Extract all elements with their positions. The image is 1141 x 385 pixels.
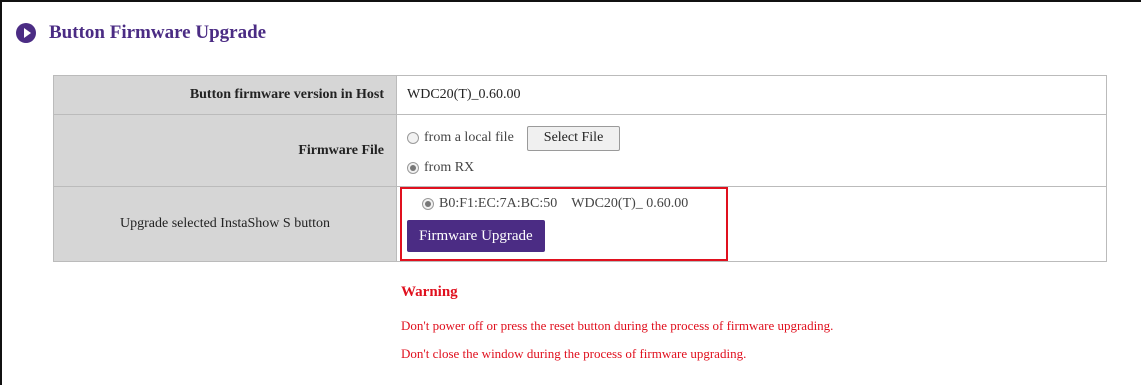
firmware-table: Button firmware version in Host WDC20(T)… bbox=[53, 75, 1107, 262]
section-header: Button Firmware Upgrade bbox=[16, 22, 266, 44]
rx-label: from RX bbox=[424, 159, 475, 175]
warning-line-1: Don't power off or press the reset butto… bbox=[401, 318, 834, 333]
rx-radio[interactable] bbox=[407, 161, 419, 174]
upgrade-cell: B0:F1:EC:7A:BC:50 WDC20(T)_ 0.60.00 Firm… bbox=[396, 186, 1107, 262]
select-file-button[interactable]: Select File bbox=[526, 125, 621, 151]
version-label: Button firmware version in Host bbox=[53, 75, 397, 115]
warning-line-2: Don't close the window during the proces… bbox=[401, 346, 747, 361]
version-value: WDC20(T)_0.60.00 bbox=[396, 75, 1107, 115]
upgrade-label: Upgrade selected InstaShow S button bbox=[53, 186, 397, 262]
warning-block: Warning Don't power off or press the res… bbox=[401, 284, 833, 362]
local-file-label: from a local file bbox=[424, 130, 514, 145]
section-title: Button Firmware Upgrade bbox=[49, 22, 267, 43]
highlight-box bbox=[400, 187, 728, 261]
firmware-file-row: Firmware File from a local file Select F… bbox=[53, 114, 1107, 187]
version-row: Button firmware version in Host WDC20(T)… bbox=[53, 75, 1107, 115]
play-circle-icon bbox=[16, 23, 36, 43]
upgrade-row: Upgrade selected InstaShow S button B0:F… bbox=[53, 186, 1107, 262]
warning-title: Warning bbox=[401, 284, 458, 300]
firmware-file-options: from a local file Select File from RX bbox=[396, 114, 1107, 187]
local-file-option: from a local file Select File bbox=[407, 125, 1106, 151]
device-radio[interactable] bbox=[422, 198, 434, 210]
device-highlight: B0:F1:EC:7A:BC:50 WDC20(T)_ 0.60.00 Firm… bbox=[400, 187, 1106, 261]
firmware-file-label: Firmware File bbox=[53, 114, 397, 187]
local-file-radio[interactable] bbox=[407, 132, 419, 144]
rx-option: from RX bbox=[407, 160, 1106, 176]
